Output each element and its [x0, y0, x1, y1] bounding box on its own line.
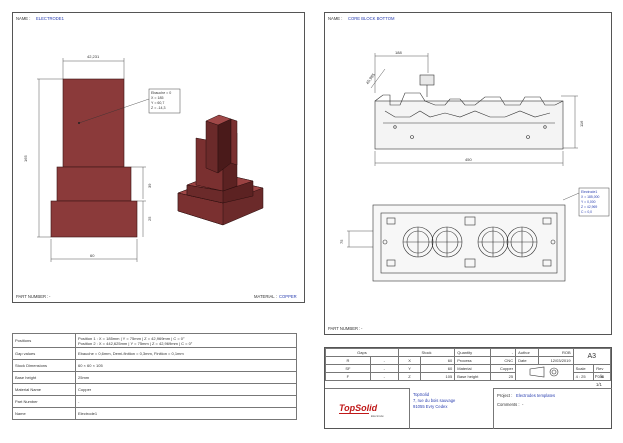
right-drawing-view[interactable]: NAME : CORE BLOCK BOTTOM PART NUMBER : -…	[324, 12, 612, 335]
row-label: Gap values	[12, 347, 76, 360]
dim-step1: 39	[147, 183, 152, 188]
dim-left-offset: 75	[339, 239, 344, 244]
project-label: Project :	[497, 393, 513, 398]
core-block-views[interactable]: 188 45,985 116 450 75 Electrode1 X = 185…	[325, 13, 613, 336]
stock-val-x: 60	[420, 356, 456, 365]
gap-val-r: -	[369, 356, 399, 365]
row-label: Name	[12, 407, 76, 420]
left-drawing-view[interactable]: NAME : ELECTRODE1 PART NUMBER : - MATERI…	[12, 12, 305, 303]
projection-icon	[530, 366, 559, 378]
logo-swoosh	[339, 413, 369, 414]
dim-step2: 25	[147, 216, 152, 221]
stock-axis-z: Z	[397, 372, 422, 381]
table-row: Name Electrode1	[12, 407, 297, 420]
position-2: Position 2 : X = 442,625mm | Y = 75mm | …	[78, 340, 193, 346]
rev-label: Rev	[593, 364, 611, 373]
date-label: Date	[515, 356, 540, 365]
right-callout-line-4: Z = 42,969	[581, 205, 597, 209]
dim-height: 165	[23, 155, 28, 162]
row-label: Part Number	[12, 395, 76, 408]
scale-label: Scale	[572, 364, 595, 373]
row-value: Copper	[75, 383, 297, 396]
row-label: Material Name	[12, 383, 76, 396]
core-block-top-view	[372, 204, 566, 282]
topsolid-logo: TopSolid	[339, 403, 378, 413]
folio-label: Folio	[595, 374, 605, 379]
dim-top-offset: 188	[395, 50, 402, 55]
left-callout-line-3: Y = 60,7	[151, 101, 164, 105]
row-value: Ebauche = 0,6mm, Demi-finition = 0,3mm, …	[75, 347, 297, 360]
core-block-section	[374, 74, 564, 150]
process-value: CNC	[490, 356, 517, 365]
row-value: -	[75, 395, 297, 408]
right-callout-line-2: X = 185,000	[581, 195, 599, 199]
company-line-3: 91055 Evry Cedex	[413, 404, 448, 409]
left-callout-line-1: Ebauche = 0	[151, 91, 171, 95]
logo-box: TopSolid Electrode	[325, 388, 410, 429]
process-label: Process	[454, 356, 492, 365]
table-row: Part Number -	[12, 395, 297, 408]
projection-symbol	[515, 364, 574, 381]
gap-val-sf: -	[369, 364, 399, 373]
right-callout-line-1: Electrode1	[581, 190, 597, 194]
author-value: ROB	[538, 348, 574, 357]
table-row: Base height 25mm	[12, 371, 297, 384]
gap-key-sf: SF	[325, 364, 371, 373]
dim-block-height: 116	[579, 120, 584, 127]
stock-val-y: 60	[420, 364, 456, 373]
row-value: 60 × 60 × 105	[75, 359, 297, 372]
gaps-header: Gaps	[325, 348, 399, 357]
title-block-top-grid: Gaps Stock Quantity - Author ROB A3 R - …	[325, 348, 612, 381]
comments-value: -	[522, 402, 524, 407]
base-height-label: Base height	[454, 372, 492, 381]
gap-key-f: F	[325, 372, 371, 381]
author-label: Author	[515, 348, 540, 357]
project-box: Project : Electrodes templates Comments …	[493, 388, 612, 429]
left-callout-line-2: X = 185	[151, 96, 164, 100]
right-callout-line-3: Y = 0,000	[581, 200, 596, 204]
electrode-front-view[interactable]: 42,231 165 60 39 25 Ebauche = 0 X = 185 …	[13, 13, 306, 304]
stock-val-z: 105	[420, 372, 456, 381]
title-block: Gaps Stock Quantity - Author ROB A3 R - …	[324, 347, 612, 429]
material-name-label: Material	[454, 364, 492, 373]
quantity-value: -	[490, 348, 517, 357]
row-value: 25mm	[75, 371, 297, 384]
table-row: Gap values Ebauche = 0,6mm, Demi-finitio…	[12, 347, 297, 360]
row-label: Base height	[12, 371, 76, 384]
left-callout-line-4: Z = -14,3	[151, 106, 165, 110]
stock-header: Stock	[397, 348, 456, 357]
dim-top-width: 42,231	[87, 54, 100, 59]
table-row: Material Name Copper	[12, 383, 297, 396]
comments-label: Comments :	[497, 402, 520, 407]
logo-subtitle: Electrode	[371, 414, 384, 418]
project-value: Electrodes templates	[516, 393, 556, 398]
scale-value: 4 : 25	[572, 372, 595, 381]
folio-value: 1/1	[596, 382, 602, 387]
company-address: TopSolid 7, rue du bois sauvage 91055 Ev…	[413, 392, 455, 410]
gap-val-f: -	[369, 372, 399, 381]
table-row: Positions Position 1 : X = 185mm | Y = 7…	[12, 333, 297, 348]
table-row: Stock Dimensions 60 × 60 × 105	[12, 359, 297, 372]
row-value: Electrode1	[75, 407, 297, 420]
dim-block-width: 450	[465, 157, 472, 162]
material-name-value: Copper	[490, 364, 517, 373]
date-value: 12/03/2019	[538, 356, 574, 365]
quantity-label: Quantity	[454, 348, 492, 357]
row-label: Positions	[12, 333, 76, 348]
row-label: Stock Dimensions	[12, 359, 76, 372]
dim-bottom-width: 60	[90, 253, 95, 258]
right-callout-line-5: C = 0,0	[581, 210, 592, 214]
electrode-properties-table: Positions Position 1 : X = 185mm | Y = 7…	[12, 333, 297, 420]
sheet-size: A3	[572, 348, 612, 365]
base-height-value: 25	[490, 372, 517, 381]
row-value: Position 1 : X = 185mm | Y = 75mm | Z = …	[75, 333, 297, 348]
stock-axis-x: X	[397, 356, 422, 365]
stock-axis-y: Y	[397, 364, 422, 373]
gap-key-r: R	[325, 356, 371, 365]
electrode-isometric-view	[177, 114, 264, 226]
